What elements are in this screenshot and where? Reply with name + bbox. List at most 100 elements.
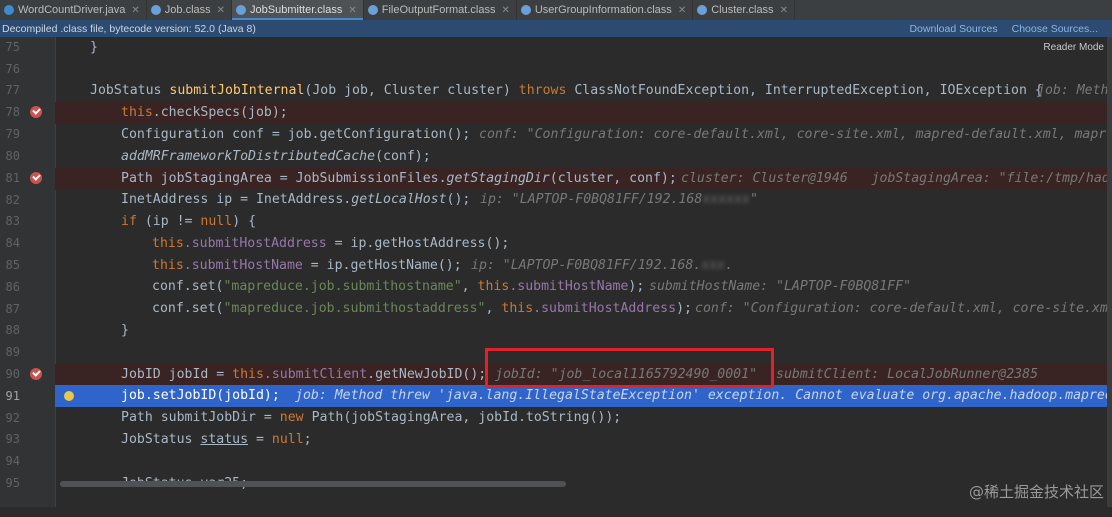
code-text: } bbox=[121, 323, 129, 338]
code-text: ); bbox=[676, 301, 692, 316]
keyword: new bbox=[279, 410, 304, 425]
line-number: 90 bbox=[5, 367, 20, 381]
line-number: 89 bbox=[5, 345, 20, 359]
code-line-94[interactable] bbox=[55, 451, 1112, 473]
class-file-icon bbox=[367, 5, 378, 15]
banner-message: Decompiled .class file, bytecode version… bbox=[2, 22, 256, 35]
code-line-90[interactable]: JobID jobId = this.submitClient.getNewJo… bbox=[55, 364, 1112, 386]
method-call: getLocalHost bbox=[351, 192, 447, 207]
line-number: 91 bbox=[5, 389, 20, 403]
method-name: submitJobInternal bbox=[169, 83, 305, 98]
lightbulb-icon[interactable] bbox=[64, 391, 74, 401]
code-line-87[interactable]: conf.set("mapreduce.job.submithostaddres… bbox=[55, 298, 1112, 320]
method-call: addMRFrameworkToDistributedCache bbox=[121, 149, 376, 164]
code-text: conf.set( bbox=[152, 279, 224, 294]
code-line-75[interactable]: } bbox=[55, 37, 1112, 59]
code-text: ); bbox=[628, 279, 645, 294]
code-text: JobID jobId = bbox=[121, 367, 233, 382]
close-icon[interactable]: ✕ bbox=[348, 5, 356, 16]
code-text: = ip.getHostAddress(); bbox=[326, 236, 510, 251]
code-line-88[interactable]: } bbox=[55, 320, 1112, 342]
code-text: (conf); bbox=[375, 149, 431, 164]
class-file-icon bbox=[150, 5, 161, 15]
code-line-81[interactable]: Path jobStagingArea = JobSubmissionFiles… bbox=[55, 168, 1112, 190]
breakpoint-icon[interactable] bbox=[30, 172, 42, 184]
close-icon[interactable]: ✕ bbox=[780, 5, 788, 16]
line-number: 81 bbox=[5, 171, 20, 185]
code-line-92[interactable]: Path submitJobDir = new Path(jobStagingA… bbox=[55, 407, 1112, 429]
inline-debug-hint: ip: "LAPTOP-F0BQ81FF/192.168. bbox=[471, 258, 702, 273]
code-line-76[interactable] bbox=[55, 59, 1112, 81]
code-line-89[interactable] bbox=[55, 342, 1112, 364]
choose-sources-link[interactable]: Choose Sources... bbox=[1012, 23, 1098, 35]
line-number: 78 bbox=[5, 105, 20, 119]
keyword: null bbox=[271, 432, 304, 447]
code-line-83[interactable]: if (ip != null) { bbox=[55, 211, 1112, 233]
tab-label: FileOutputFormat.class bbox=[381, 4, 496, 16]
code-line-91-current[interactable]: job.setJobID(jobId); job: Method threw '… bbox=[55, 385, 1112, 407]
method-call: getStagingDir bbox=[446, 171, 550, 186]
inline-debug-hint: ip: "LAPTOP-F0BQ81FF/192.168 bbox=[480, 192, 703, 207]
close-icon[interactable]: ✕ bbox=[501, 5, 509, 16]
field: .submitHostName bbox=[183, 258, 303, 273]
inline-debug-hint: jobId: "job_local1165792490_0001" bbox=[495, 367, 758, 382]
field: .submitHostAddress bbox=[533, 301, 677, 316]
close-icon[interactable]: ✕ bbox=[131, 5, 139, 16]
horizontal-scrollbar[interactable] bbox=[60, 481, 566, 487]
code-text: Configuration conf = job.getConfiguratio… bbox=[121, 127, 471, 142]
code-line-85[interactable]: this.submitHostName = ip.getHostName(); … bbox=[55, 255, 1112, 277]
vertical-scrollbar[interactable] bbox=[1107, 37, 1112, 507]
class-file-icon bbox=[520, 5, 531, 15]
code-line-78[interactable]: this.checkSpecs(job); bbox=[55, 102, 1112, 124]
editor-gutter[interactable]: 75 76 77 78 79 80 81 82 83 84 85 86 87 8… bbox=[0, 37, 56, 507]
code-line-79[interactable]: Configuration conf = job.getConfiguratio… bbox=[55, 124, 1112, 146]
code-line-86[interactable]: conf.set("mapreduce.job.submithostname",… bbox=[55, 276, 1112, 298]
code-line-84[interactable]: this.submitHostAddress = ip.getHostAddre… bbox=[55, 233, 1112, 255]
java-file-icon bbox=[4, 5, 14, 15]
string-literal: "mapreduce.job.submithostaddress" bbox=[223, 301, 486, 316]
line-number: 79 bbox=[5, 127, 20, 141]
line-number: 87 bbox=[5, 302, 20, 316]
close-icon[interactable]: ✕ bbox=[217, 5, 225, 16]
code-text: } bbox=[90, 40, 98, 55]
field: .submitHostAddress bbox=[183, 236, 327, 251]
tab-wordcountdriver[interactable]: WordCountDriver.java ✕ bbox=[0, 0, 147, 20]
tab-label: Cluster.class bbox=[711, 4, 774, 16]
code-text: ClassNotFoundException, InterruptedExcep… bbox=[566, 83, 1043, 98]
code-text: ) { bbox=[232, 214, 257, 229]
inline-debug-hint: " bbox=[749, 192, 758, 207]
line-number: 84 bbox=[5, 236, 20, 250]
code-text: InetAddress ip = InetAddress. bbox=[121, 192, 352, 207]
tab-cluster[interactable]: Cluster.class ✕ bbox=[693, 0, 795, 20]
download-sources-link[interactable]: Download Sources bbox=[909, 23, 997, 35]
tab-usergroupinformation[interactable]: UserGroupInformation.class ✕ bbox=[517, 0, 694, 20]
editor-tab-bar: WordCountDriver.java ✕ Job.class ✕ JobSu… bbox=[0, 0, 1112, 21]
tab-jobsubmitter[interactable]: JobSubmitter.class ✕ bbox=[232, 0, 364, 20]
keyword: this bbox=[121, 105, 153, 120]
tab-label: WordCountDriver.java bbox=[18, 4, 126, 16]
code-line-93[interactable]: JobStatus status = null; bbox=[55, 429, 1112, 451]
code-text: , bbox=[485, 301, 502, 316]
code-text: .checkSpecs(job); bbox=[152, 105, 288, 120]
breakpoint-icon[interactable] bbox=[30, 368, 42, 380]
tab-job[interactable]: Job.class ✕ bbox=[147, 0, 233, 20]
code-text: JobStatus bbox=[121, 432, 201, 447]
code-line-80[interactable]: addMRFrameworkToDistributedCache(conf); bbox=[55, 146, 1112, 168]
close-icon[interactable]: ✕ bbox=[678, 5, 686, 16]
field: .submitHostName bbox=[509, 279, 629, 294]
breakpoint-icon[interactable] bbox=[30, 106, 42, 118]
keyword: this bbox=[152, 236, 184, 251]
code-line-77[interactable]: JobStatus submitJobInternal(Job job, Clu… bbox=[55, 80, 1112, 102]
inline-debug-hint: submitClient: LocalJobRunner@2385 bbox=[776, 367, 1039, 382]
tab-label: Job.class bbox=[164, 4, 211, 16]
line-number: 80 bbox=[5, 149, 20, 163]
class-file-icon bbox=[697, 5, 708, 15]
code-text: conf.set( bbox=[152, 301, 224, 316]
line-number: 75 bbox=[5, 40, 20, 54]
keyword: this bbox=[477, 279, 510, 294]
decompiled-banner: Decompiled .class file, bytecode version… bbox=[0, 20, 1112, 37]
inline-debug-hint: cluster: Cluster@1946 jobStagingArea: "f… bbox=[681, 171, 1112, 186]
tab-fileoutputformat[interactable]: FileOutputFormat.class ✕ bbox=[364, 0, 517, 20]
code-line-82[interactable]: InetAddress ip = InetAddress.getLocalHos… bbox=[55, 189, 1112, 211]
code-text: (Job job, Cluster cluster) bbox=[304, 83, 519, 98]
